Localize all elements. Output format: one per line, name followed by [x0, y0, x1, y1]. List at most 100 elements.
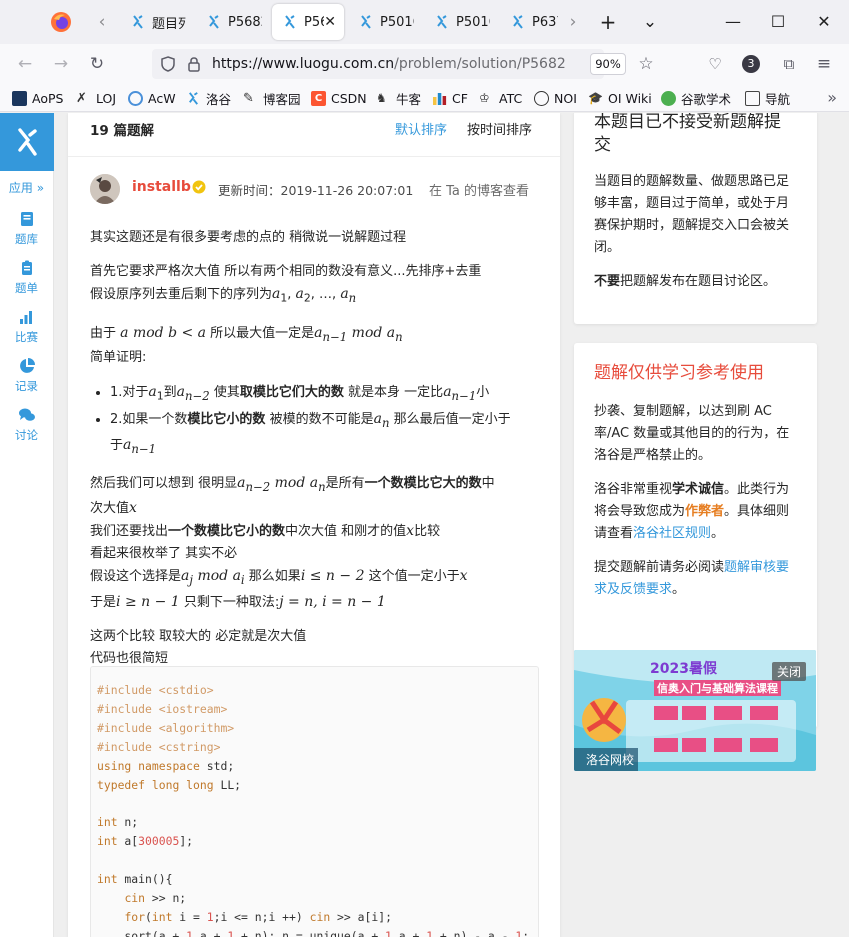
- double-chevron-icon: »: [36, 181, 45, 195]
- bookmark-luogu[interactable]: 洛谷: [186, 89, 231, 107]
- bookmark-aops[interactable]: AoPS: [12, 89, 63, 107]
- sort-time-button[interactable]: 按时间排序: [467, 119, 532, 138]
- bookmark-nowcoder[interactable]: ♞ 牛客: [376, 89, 421, 107]
- bookmark-star-icon[interactable]: ☆: [635, 53, 657, 75]
- bookmark-csdn[interactable]: C CSDN: [311, 89, 367, 107]
- community-rules-link[interactable]: 洛谷社区规则: [633, 526, 711, 541]
- bookmark-oiwiki[interactable]: 🎓 OI Wiki: [588, 89, 652, 107]
- pocket-icon[interactable]: ♡: [704, 53, 726, 75]
- firefox-icon[interactable]: [50, 11, 72, 33]
- sort-default-button[interactable]: 默认排序: [395, 119, 447, 138]
- codeforces-icon: [433, 92, 447, 105]
- verified-check-icon: [192, 180, 206, 194]
- minimize-icon[interactable]: —: [721, 10, 745, 34]
- luogu-icon: [209, 15, 219, 29]
- tab-scroll-left-icon[interactable]: ‹: [92, 12, 112, 32]
- bookmark-scholar[interactable]: 谷歌学术: [661, 89, 731, 107]
- close-ad-button[interactable]: 关闭: [771, 662, 806, 681]
- sidebar-item-contests[interactable]: 比赛: [0, 308, 53, 345]
- luogu-icon: [133, 15, 143, 29]
- luogu-logo[interactable]: [0, 113, 54, 171]
- nowcoder-icon: ♞: [376, 90, 387, 105]
- proof-list: 1.对于a1到an−2 使其取模比它们大的数 就是本身 一定比an−1小 2.如…: [110, 381, 540, 459]
- forward-icon[interactable]: →: [50, 53, 72, 75]
- address-bar[interactable]: https://www.luogu.com.cn/problem/solutio…: [152, 49, 604, 79]
- solutions-header: 19 篇题解 默认排序 按时间排序: [68, 113, 560, 157]
- lock-icon[interactable]: [186, 56, 202, 72]
- aops-icon: [12, 90, 27, 106]
- tab-6[interactable]: P6374: [500, 4, 558, 40]
- sidebar-item-discuss[interactable]: 讨论: [0, 406, 53, 443]
- notice-title: 本题目已不接受新题解提交: [594, 113, 781, 155]
- tab-4[interactable]: P5016: [348, 4, 424, 40]
- acwing-icon: [128, 90, 143, 106]
- luogu-icon: [189, 91, 198, 105]
- avatar[interactable]: [90, 174, 120, 204]
- sidebar-item-problems[interactable]: 题库: [0, 210, 53, 247]
- paragraph: 其实这题还是有很多要考虑的点的 稍微说一说解题过程: [90, 230, 407, 245]
- tab-bar: ‹ 题目列表 P5682 P5682 ✕ P5016 P5016 P6374 ›…: [0, 0, 849, 44]
- bookmark-cnblogs[interactable]: ✎ 博客园: [243, 89, 301, 107]
- promo-subline: 信奥入门与基础算法课程: [654, 680, 781, 696]
- new-tab-icon[interactable]: +: [598, 12, 618, 32]
- zoom-level[interactable]: 90%: [590, 53, 626, 75]
- warning-title: 题解仅供学习参考使用: [594, 363, 764, 383]
- bookmarks-overflow-icon[interactable]: »: [827, 88, 837, 107]
- notice-card: 本题目已不接受新题解提交 当题目的题解数量、做题思路已足够丰富，题目过于简单，或…: [574, 113, 817, 324]
- warning-text: 抄袭、复制题解，以达到刷 AC 率/AC 数量或其他目的的行为，在洛谷是严格禁止…: [594, 404, 790, 463]
- maximize-icon[interactable]: ☐: [766, 10, 790, 34]
- promo-banner[interactable]: 2023暑假 信奥入门与基础算法课程 洛谷网校 关闭: [574, 650, 816, 771]
- shield-icon[interactable]: [160, 56, 176, 72]
- extensions-icon[interactable]: ⧉: [778, 53, 800, 75]
- bookmark-noi[interactable]: NOI: [534, 89, 577, 107]
- list-item: 2.如果一个数模比它小的数 被模的数不可能是an 那么最后值一定小于于an−1: [110, 408, 540, 460]
- menu-icon[interactable]: ≡: [813, 53, 835, 75]
- reload-icon[interactable]: ↻: [86, 53, 108, 75]
- bookmark-loj[interactable]: ✗ LOJ: [76, 89, 116, 107]
- luogu-icon: [285, 15, 295, 29]
- tab-2[interactable]: P5682: [196, 4, 272, 40]
- update-time: 更新时间：2019-11-26 20:07:01: [218, 183, 414, 198]
- left-sidebar: 应用 » 题库 题单 比赛 记录 讨论: [0, 113, 54, 937]
- atcoder-icon: ♔: [479, 90, 490, 105]
- close-window-icon[interactable]: ✕: [812, 10, 836, 34]
- tab-3-active[interactable]: P5682 ✕: [272, 4, 344, 40]
- csdn-icon: C: [311, 90, 326, 106]
- chat-icon: [18, 408, 35, 421]
- author-row: installb 更新时间：2019-11-26 20:07:01 在 Ta 的…: [68, 167, 560, 211]
- solution-count: 19 篇题解: [90, 123, 154, 139]
- page: 应用 » 题库 题单 比赛 记录 讨论 19 篇题解 默认排序 按时间排序 in…: [0, 113, 849, 937]
- url-text[interactable]: https://www.luogu.com.cn/problem/solutio…: [212, 56, 566, 72]
- luogu-icon: [513, 15, 523, 29]
- bar-chart-icon: [19, 311, 32, 324]
- list-tabs-icon[interactable]: ⌄: [640, 12, 660, 32]
- extension-badge[interactable]: 3: [742, 55, 760, 73]
- tab-scroll-right-icon[interactable]: ›: [563, 12, 583, 32]
- author-name[interactable]: installb: [132, 179, 191, 195]
- notice-text: 当题目的题解数量、做题思路已足够丰富，题目过于简单，或处于月赛保护期时，题解提交…: [594, 174, 790, 255]
- graduation-cap-icon: 🎓: [588, 90, 603, 105]
- luogu-icon: [361, 15, 371, 29]
- tab-5[interactable]: P5016: [424, 4, 500, 40]
- view-on-blog-link[interactable]: 在 Ta 的博客查看: [429, 180, 529, 199]
- warning-text: 洛谷非常重视学术诚信。此类行为将会导致您成为作弊者。具体细则请查看洛谷社区规则。: [594, 482, 790, 541]
- bookmark-acw[interactable]: AcW: [128, 89, 176, 107]
- code-block[interactable]: #include <cstdio> #include <iostream> #i…: [90, 666, 539, 937]
- promo-brand: 洛谷网校: [586, 753, 635, 767]
- sidebar-item-lists[interactable]: 题单: [0, 259, 53, 296]
- loj-icon: ✗: [76, 90, 87, 106]
- bookmark-nav[interactable]: 导航: [745, 89, 790, 107]
- warning-text: 提交题解前请务必阅读题解审核要求及反馈要求。: [594, 560, 790, 597]
- solutions-panel: 19 篇题解 默认排序 按时间排序 installb 更新时间：2019-11-…: [68, 113, 560, 937]
- folder-icon: [745, 90, 760, 106]
- pie-chart-icon: [19, 358, 35, 373]
- bookmark-cf[interactable]: CF: [432, 89, 468, 107]
- back-icon[interactable]: ←: [14, 53, 36, 75]
- sidebar-item-records[interactable]: 记录: [0, 357, 53, 394]
- paragraph: 这两个比较 取较大的 必定就是次大值 代码也很简短: [90, 629, 307, 667]
- app-menu[interactable]: 应用 »: [0, 179, 53, 196]
- close-tab-icon[interactable]: ✕: [324, 14, 336, 30]
- promo-headline: 2023暑假: [650, 661, 717, 677]
- tab-1[interactable]: 题目列表: [120, 4, 196, 40]
- bookmark-atc[interactable]: ♔ ATC: [479, 89, 522, 107]
